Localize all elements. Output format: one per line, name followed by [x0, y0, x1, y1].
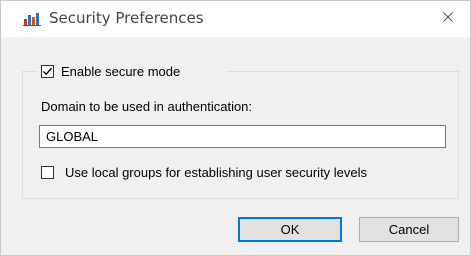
- domain-label: Domain to be used in authentication:: [41, 99, 253, 114]
- use-local-groups-checkbox[interactable]: [41, 166, 54, 179]
- close-icon: [442, 10, 454, 28]
- enable-secure-mode-label[interactable]: Enable secure mode: [61, 64, 180, 79]
- cancel-button[interactable]: Cancel: [359, 217, 459, 242]
- ok-button[interactable]: OK: [238, 217, 342, 242]
- domain-input[interactable]: GLOBAL: [39, 125, 446, 148]
- enable-secure-mode-checkbox[interactable]: [41, 65, 54, 78]
- security-preferences-dialog: Security Preferences Enable secure mode …: [0, 0, 471, 256]
- checkmark-icon: [43, 67, 53, 76]
- bar-chart-app-icon: [23, 12, 41, 26]
- close-button[interactable]: [426, 1, 470, 37]
- use-local-groups-label[interactable]: Use local groups for establishing user s…: [65, 165, 367, 180]
- window-title: Security Preferences: [49, 9, 204, 27]
- title-bar: Security Preferences: [1, 1, 470, 37]
